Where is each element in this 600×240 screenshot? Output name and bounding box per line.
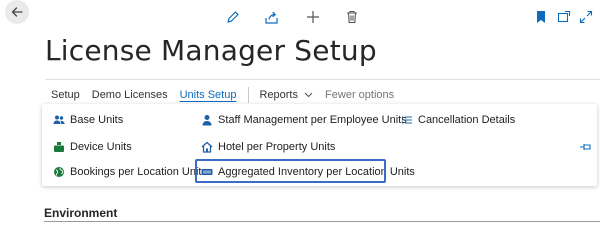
action-cancellation-details-label: Cancellation Details [418,114,516,126]
device-icon [53,141,65,153]
page-title: License Manager Setup [45,34,377,67]
tab-fewer-options[interactable]: Fewer options [325,89,394,101]
back-arrow-icon [11,7,23,17]
action-staff-management-per-employee-units[interactable]: Staff Management per Employee Units [201,114,407,126]
pin-button[interactable] [579,140,593,158]
action-hotel-per-property-units[interactable]: Hotel per Property Units [201,141,335,153]
pin-icon [580,144,591,150]
tab-units-setup[interactable]: Units Setup [180,89,237,101]
section-divider [44,221,600,222]
action-device-units-label: Device Units [70,141,132,153]
users-icon [53,114,65,126]
tab-separator [248,87,250,103]
bookmark-button[interactable] [532,8,550,26]
action-hotel-per-property-units-label: Hotel per Property Units [218,141,336,153]
list-icon [401,114,413,126]
tab-setup[interactable]: Setup [51,89,80,101]
add-button[interactable] [304,8,322,26]
tabs-divider [45,79,600,80]
open-new-window-icon [557,10,571,23]
expand-icon [579,10,593,24]
delete-button[interactable] [343,8,361,26]
tab-demo-licenses[interactable]: Demo Licenses [92,89,168,101]
add-plus-icon [307,11,319,23]
expand-button[interactable] [577,8,595,26]
person-icon [201,114,213,126]
action-bookings-per-location-units[interactable]: Bookings per Location Units [53,166,207,178]
action-base-units-label: Base Units [70,114,124,126]
edit-pencil-icon [227,11,239,23]
delete-trash-icon [347,10,357,24]
share-icon [264,11,278,24]
globe-icon [53,166,65,178]
action-bookings-per-location-units-label: Bookings per Location Units [70,166,207,178]
chevron-down-icon [304,92,313,98]
action-base-units[interactable]: Base Units [53,114,123,126]
action-staff-management-label: Staff Management per Employee Units [218,114,407,126]
open-new-window-button[interactable] [555,8,573,26]
focus-highlight-box [195,159,386,183]
section-heading-environment[interactable]: Environment [44,206,117,220]
edit-button[interactable] [224,8,242,26]
tab-reports[interactable]: Reports [259,89,313,101]
bookmark-icon [537,11,545,23]
action-tabs: Setup Demo Licenses Units Setup Reports … [51,87,406,103]
action-device-units[interactable]: Device Units [53,141,132,153]
home-icon [201,141,213,153]
tab-reports-label: Reports [259,89,298,101]
action-cancellation-details[interactable]: Cancellation Details [401,114,515,126]
share-button[interactable] [262,8,280,26]
back-button[interactable] [5,0,29,24]
